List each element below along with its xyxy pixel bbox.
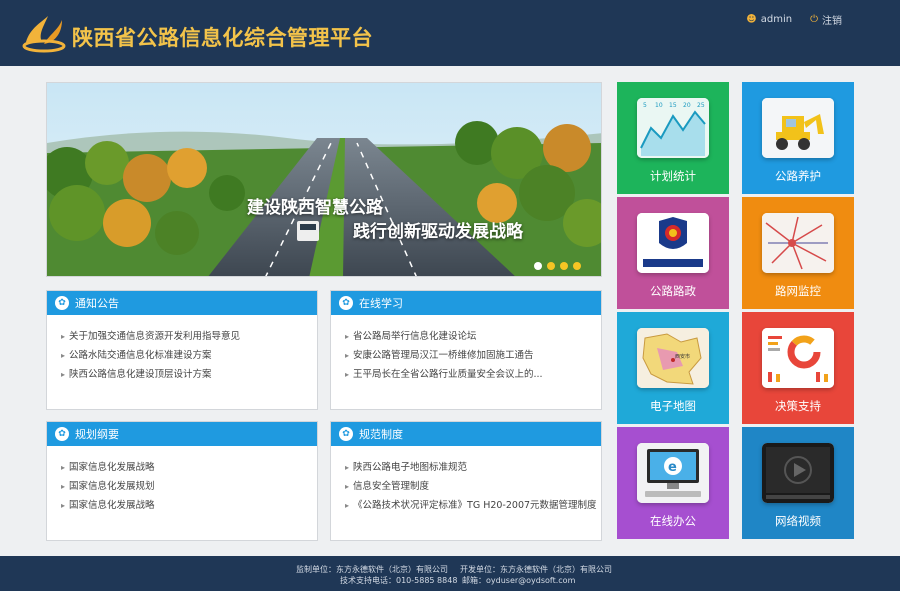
footer: 监制单位：东方永德软件（北京）有限公司 开发单位：东方永德软件（北京）有限公司 … xyxy=(0,556,900,591)
list-item[interactable]: 王平局长在全省公路行业质量安全会议上的... xyxy=(345,365,601,384)
list-item[interactable]: 安康公路管理局汉江一桥维修加固施工通告 xyxy=(345,346,601,365)
chart-icon-tick: 25 xyxy=(697,102,705,109)
network-map-icon xyxy=(762,213,834,273)
user-link[interactable]: ☻ admin xyxy=(746,14,792,25)
video-icon xyxy=(762,443,834,503)
tile-label: 决策支持 xyxy=(775,399,821,413)
learning-panel: ✿ 在线学习 省公路局举行信息化建设论坛 安康公路管理局汉江一桥维修加固施工通告… xyxy=(330,290,602,410)
planning-list: 国家信息化发展战略 国家信息化发展规划 国家信息化发展战略 xyxy=(47,446,317,515)
chart-icon-tick: 5 xyxy=(643,102,647,109)
chart-icon-tick: 20 xyxy=(683,102,691,109)
list-item[interactable]: 国家信息化发展战略 xyxy=(61,458,317,477)
badge-icon xyxy=(637,213,709,273)
computer-icon: e xyxy=(637,443,709,503)
footer-developer: 开发单位：东方永德软件（北京）有限公司 xyxy=(460,565,612,574)
tile-label: 计划统计 xyxy=(650,169,696,183)
panel-header: ✿ 在线学习 xyxy=(331,291,601,315)
tile-network-monitoring[interactable]: 路网监控 xyxy=(742,197,854,309)
map-icon: 西安市 xyxy=(637,328,709,388)
tile-label: 网络视频 xyxy=(775,514,821,528)
power-icon: ⏻ xyxy=(810,14,818,25)
tile-network-video[interactable]: 网络视频 xyxy=(742,427,854,539)
leaf-icon: ✿ xyxy=(339,427,353,441)
top-header: 陕西省公路信息化综合管理平台 ☻ admin ⏻ 注销 xyxy=(0,0,900,66)
chart-icon-tick: 10 xyxy=(655,102,663,109)
list-item[interactable]: 公路水陆交通信息化标准建设方案 xyxy=(61,346,317,365)
list-item[interactable]: 陕西公路信息化建设顶层设计方案 xyxy=(61,365,317,384)
username: admin xyxy=(760,14,793,25)
logout-link[interactable]: ⏻ 注销 xyxy=(810,12,842,27)
panel-title[interactable]: 规划纲要 xyxy=(75,426,119,442)
learning-list: 省公路局举行信息化建设论坛 安康公路管理局汉江一桥维修加固施工通告 王平局长在全… xyxy=(331,315,601,384)
user-icon: ☻ xyxy=(746,14,757,25)
tile-road-administration[interactable]: 公路路政 xyxy=(617,197,729,309)
banner-slogan-1: 建设陕西智慧公路 xyxy=(247,198,383,218)
logout-label: 注销 xyxy=(822,16,842,27)
logo xyxy=(20,12,66,56)
footer-email: 邮箱：oyduser@oydsoft.com xyxy=(462,576,576,585)
footer-support-phone: 技术支持电话：010-5885 8848 xyxy=(340,576,458,585)
leaf-icon: ✿ xyxy=(55,427,69,441)
tile-online-office[interactable]: e 在线办公 xyxy=(617,427,729,539)
tile-road-maintenance[interactable]: 公路养护 xyxy=(742,82,854,194)
planning-panel: ✿ 规划纲要 国家信息化发展战略 国家信息化发展规划 国家信息化发展战略 xyxy=(46,421,318,541)
list-item[interactable]: 省公路局举行信息化建设论坛 xyxy=(345,327,601,346)
notice-list: 关于加强交通信息资源开发利用指导意见 公路水陆交通信息化标准建设方案 陕西公路信… xyxy=(47,315,317,384)
svg-text:e: e xyxy=(668,460,677,475)
pie-chart-icon xyxy=(762,328,834,388)
panel-title[interactable]: 在线学习 xyxy=(359,295,403,311)
chart-icon: 5 10 15 20 25 xyxy=(637,98,709,158)
map-icon-label: 西安市 xyxy=(675,353,690,360)
carousel-dot[interactable] xyxy=(534,262,542,270)
panel-header: ✿ 规划纲要 xyxy=(47,422,317,446)
carousel-dot[interactable] xyxy=(573,262,581,270)
list-item[interactable]: 关于加强交通信息资源开发利用指导意见 xyxy=(61,327,317,346)
tile-plan-stats[interactable]: 5 10 15 20 25 计划统计 xyxy=(617,82,729,194)
banner-slogan-2: 践行创新驱动发展战略 xyxy=(353,222,523,242)
panel-header: ✿ 规范制度 xyxy=(331,422,601,446)
notice-panel: ✿ 通知公告 关于加强交通信息资源开发利用指导意见 公路水陆交通信息化标准建设方… xyxy=(46,290,318,410)
panel-header: ✿ 通知公告 xyxy=(47,291,317,315)
leaf-icon: ✿ xyxy=(339,296,353,310)
panel-title[interactable]: 通知公告 xyxy=(75,295,119,311)
highway-image xyxy=(47,83,601,276)
standards-list: 陕西公路电子地图标准规范 信息安全管理制度 《公路技术状况评定标准》TG H20… xyxy=(331,446,601,515)
user-area: ☻ admin ⏻ 注销 xyxy=(746,12,842,27)
tile-label: 电子地图 xyxy=(650,399,696,413)
list-item[interactable]: 国家信息化发展战略 xyxy=(61,496,317,515)
tile-label: 路网监控 xyxy=(775,284,821,298)
carousel-dot[interactable] xyxy=(560,262,568,270)
banner-carousel[interactable]: 建设陕西智慧公路 践行创新驱动发展战略 xyxy=(46,82,602,277)
list-item[interactable]: 国家信息化发展规划 xyxy=(61,477,317,496)
tile-electronic-map[interactable]: 西安市 电子地图 xyxy=(617,312,729,424)
tile-label: 公路路政 xyxy=(650,284,696,298)
panel-title[interactable]: 规范制度 xyxy=(359,426,403,442)
footer-sponsor: 监制单位：东方永德软件（北京）有限公司 xyxy=(296,565,448,574)
list-item[interactable]: 《公路技术状况评定标准》TG H20-2007元数据管理制度 xyxy=(345,496,601,515)
leaf-icon: ✿ xyxy=(55,296,69,310)
carousel-dots xyxy=(534,262,581,270)
excavator-icon xyxy=(762,98,834,158)
standards-panel: ✿ 规范制度 陕西公路电子地图标准规范 信息安全管理制度 《公路技术状况评定标准… xyxy=(330,421,602,541)
list-item[interactable]: 陕西公路电子地图标准规范 xyxy=(345,458,601,477)
list-item[interactable]: 信息安全管理制度 xyxy=(345,477,601,496)
carousel-dot[interactable] xyxy=(547,262,555,270)
tile-label: 公路养护 xyxy=(775,169,821,183)
tile-decision-support[interactable]: 决策支持 xyxy=(742,312,854,424)
chart-icon-tick: 15 xyxy=(669,102,677,109)
site-title: 陕西省公路信息化综合管理平台 xyxy=(72,26,373,50)
tile-label: 在线办公 xyxy=(650,514,696,528)
